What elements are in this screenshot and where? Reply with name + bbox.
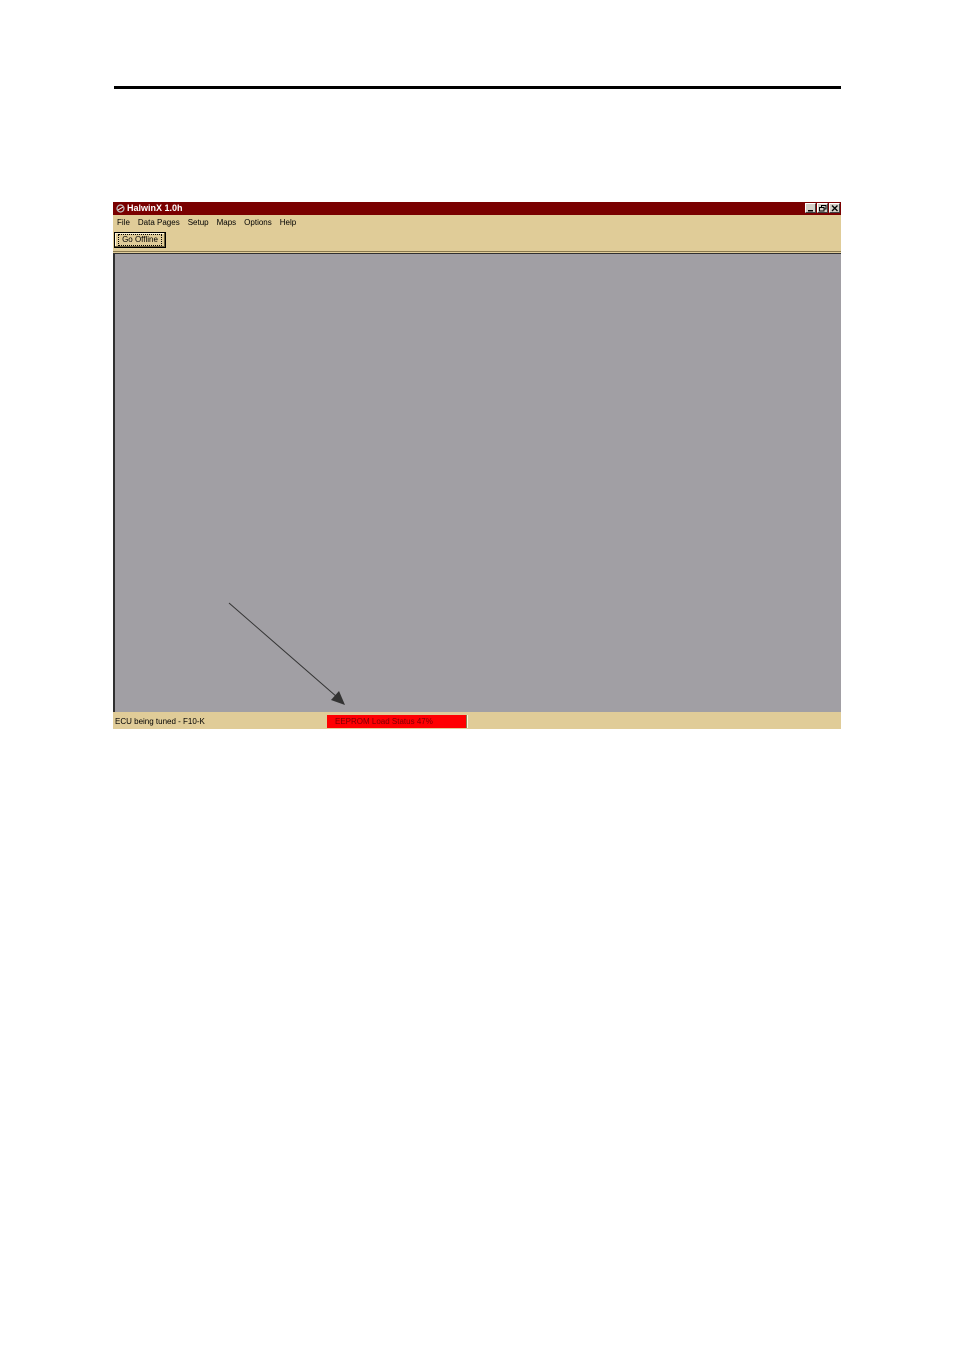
go-offline-button[interactable]: Go Offline (114, 232, 166, 248)
status-ecu-panel: ECU being tuned - F10-K (115, 716, 205, 726)
mdi-client-area (113, 253, 841, 712)
close-button[interactable] (829, 203, 840, 213)
menu-data-pages[interactable]: Data Pages (138, 216, 180, 229)
menu-help[interactable]: Help (280, 216, 296, 229)
menu-file[interactable]: File (117, 216, 130, 229)
status-empty-panel (467, 714, 841, 728)
menu-maps[interactable]: Maps (217, 216, 237, 229)
status-eeprom-load-panel: EEPROM Load Status 47% (327, 714, 467, 728)
app-icon (116, 204, 125, 213)
window-controls (805, 203, 840, 213)
page-top-rule (114, 86, 841, 89)
go-offline-label: Go Offline (118, 234, 162, 246)
restore-icon (819, 205, 827, 212)
menu-setup[interactable]: Setup (188, 216, 209, 229)
menu-options[interactable]: Options (244, 216, 272, 229)
window-title: HalwinX 1.0h (127, 203, 183, 213)
close-icon (831, 205, 838, 212)
minimize-button[interactable] (805, 203, 816, 213)
menu-bar: File Data Pages Setup Maps Options Help (113, 216, 841, 229)
toolbar: Go Offline (113, 230, 841, 252)
app-window: HalwinX 1.0h File Data Pages Setup Maps … (113, 202, 841, 729)
restore-button[interactable] (817, 203, 828, 213)
minimize-icon (808, 210, 813, 212)
title-bar[interactable]: HalwinX 1.0h (113, 202, 841, 215)
status-bar: ECU being tuned - F10-K EEPROM Load Stat… (113, 713, 841, 729)
